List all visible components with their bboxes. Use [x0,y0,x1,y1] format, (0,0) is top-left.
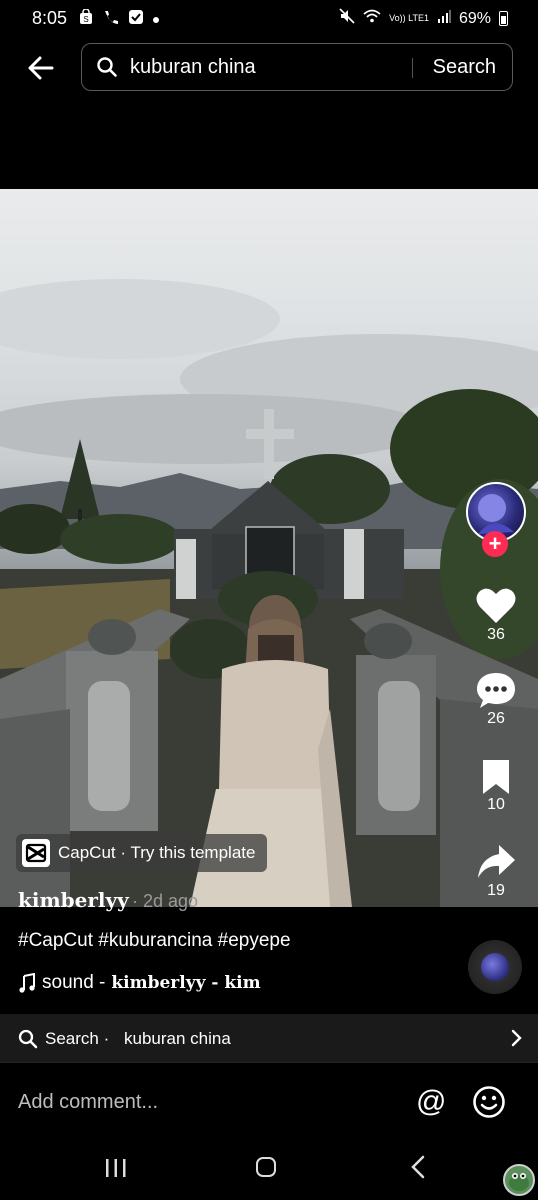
chevron-right-icon [510,1029,522,1052]
search-divider [412,58,413,78]
sound-disc-image [481,953,509,981]
related-search-icon [18,1029,38,1054]
system-nav-bar [0,1142,538,1200]
video-player[interactable] [0,189,538,907]
related-search-label: Search · [45,1029,110,1048]
like-button[interactable]: 36 [466,586,526,644]
search-icon [96,56,118,83]
comment-button[interactable]: 26 [466,670,526,728]
mute-icon [339,8,355,29]
search-button[interactable]: Search [433,56,496,79]
post-time: · 2d ago [132,891,199,911]
capcut-logo-icon [22,839,50,867]
home-button[interactable] [256,1157,276,1177]
mention-icon[interactable]: @ [416,1085,446,1119]
sound-prefix: sound - [42,972,106,993]
save-button[interactable]: 10 [466,758,526,814]
like-count: 36 [487,626,505,643]
status-bar: 8:05 S Vo)) LTE1 69% [0,0,538,36]
dot-icon [152,11,160,27]
wifi-icon [363,9,381,28]
system-back-button[interactable] [410,1155,426,1184]
video-hashtags[interactable]: #CapCut #kuburancina #epyepe [18,930,291,952]
related-search-bar[interactable]: Search · kuburan china [0,1014,538,1062]
share-arrow-icon [478,845,515,878]
heart-icon [476,588,516,623]
emoji-icon[interactable] [472,1085,506,1124]
chevron-left-icon [411,1155,425,1179]
share-button[interactable]: 19 [466,842,526,900]
follow-button[interactable]: + [482,531,508,557]
system-icons: Vo)) LTE1 69% [339,8,508,29]
capcut-label: CapCut · Try this template [58,843,256,862]
assistant-bubble[interactable] [503,1164,535,1196]
notification-icons: S [78,8,160,28]
creator-username[interactable]: kimberlyy [18,888,129,912]
share-count: 19 [487,882,505,899]
battery-icon [499,11,508,26]
network-type-label: Vo)) LTE1 [389,13,429,23]
recents-icon [106,1159,126,1177]
search-input[interactable]: kuburan china Search [81,43,513,91]
save-count: 10 [487,796,505,813]
comment-bar: Add comment... @ [0,1062,538,1143]
battery-percent: 69% [458,9,491,27]
frog-icon [509,1173,529,1191]
back-arrow-icon [28,56,54,80]
shopping-bag-icon: S [78,8,94,28]
recent-apps-button[interactable] [104,1157,128,1184]
related-search-query: kuburan china [124,1029,231,1048]
back-button[interactable] [24,50,60,86]
bookmark-icon [483,760,509,794]
missed-call-icon [102,9,120,28]
comment-input[interactable]: Add comment... [18,1091,158,1114]
search-query-text[interactable]: kuburan china [130,56,256,79]
video-frame-image [0,279,538,907]
music-note-icon [19,973,35,993]
comment-count: 26 [487,710,505,727]
sound-link[interactable]: sound - kimberlyy - kim [18,972,261,994]
check-box-icon [128,9,144,28]
status-time: 8:05 [32,8,68,28]
signal-icon [437,9,451,28]
capcut-template-link[interactable]: CapCut · Try this template [16,834,268,872]
comment-bubble-icon [477,673,515,708]
svg-text:S: S [83,15,88,24]
sound-name: kimberlyy - kim [111,973,261,993]
